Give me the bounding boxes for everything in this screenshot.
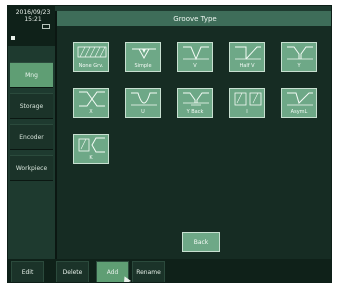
rename-button[interactable]: Rename [132, 261, 165, 282]
groove-x-tile[interactable]: X [73, 88, 109, 118]
groove-label: U [141, 109, 145, 115]
groove-label: Y Back [186, 109, 204, 115]
sidebar-item-mng[interactable]: Mng [10, 62, 53, 88]
edit-button[interactable]: Edit [11, 261, 44, 282]
groove-y-back-icon [183, 92, 209, 106]
panel-title: Groove Type [57, 11, 331, 26]
groove-i-icon [234, 92, 262, 106]
datetime: 2016/09/23 15:21 [12, 9, 54, 23]
groove-y-icon [287, 46, 313, 60]
back-button[interactable]: Back [182, 232, 220, 252]
groove-label: I [246, 109, 248, 115]
groove-i-tile[interactable]: I [229, 88, 265, 118]
sidebar-item-storage[interactable]: Storage [10, 93, 53, 119]
sidebar-item-workpiece[interactable]: Workpiece [10, 155, 53, 181]
indicator-icon [11, 36, 15, 40]
groove-label: Half V [239, 63, 255, 69]
groove-k-tile[interactable]: K [73, 134, 109, 164]
groove-label: None Grv. [78, 63, 104, 69]
groove-label: AsymL [290, 109, 308, 115]
sidebar-item-label: Encoder [19, 133, 44, 141]
groove-x-icon [79, 91, 105, 107]
groove-type-panel: Groove Type None Grv. Simple V Half V Y … [55, 11, 331, 259]
groove-label: Simple [134, 63, 152, 69]
groove-label: K [89, 155, 93, 161]
delete-button[interactable]: Delete [56, 261, 89, 282]
groove-label: V [193, 63, 197, 69]
device-screen: 2016/09/23 15:21 Mng Storage Encoder Wor… [7, 5, 332, 283]
groove-simple-tile[interactable]: Simple [125, 42, 161, 72]
bottom-toolbar: Edit Delete Add Rename [8, 259, 331, 282]
groove-u-icon [131, 92, 157, 106]
status-box: 2016/09/23 15:21 [8, 6, 55, 46]
groove-label: Y [297, 63, 301, 69]
sidebar-item-label: Workpiece [15, 164, 48, 172]
groove-none-tile[interactable]: None Grv. [73, 42, 109, 72]
groove-v-tile[interactable]: V [177, 42, 213, 72]
groove-k-icon [78, 137, 105, 153]
groove-asym-l-icon [287, 92, 313, 106]
groove-none-icon [77, 46, 107, 58]
sidebar-item-label: Mng [25, 71, 38, 79]
sidebar-item-label: Storage [19, 102, 44, 110]
groove-y-back-tile[interactable]: Y Back [177, 88, 213, 118]
groove-y-tile[interactable]: Y [281, 42, 317, 72]
date-text: 2016/09/23 [15, 9, 51, 16]
sidebar-item-encoder[interactable]: Encoder [10, 124, 53, 150]
groove-u-tile[interactable]: U [125, 88, 161, 118]
time-text: 15:21 [24, 16, 42, 23]
battery-icon [42, 24, 50, 29]
groove-half-v-icon [235, 46, 261, 60]
groove-simple-icon [132, 48, 156, 60]
groove-asym-l-tile[interactable]: AsymL [281, 88, 317, 118]
groove-half-v-tile[interactable]: Half V [229, 42, 265, 72]
groove-v-icon [183, 46, 209, 61]
groove-label: X [89, 109, 93, 115]
